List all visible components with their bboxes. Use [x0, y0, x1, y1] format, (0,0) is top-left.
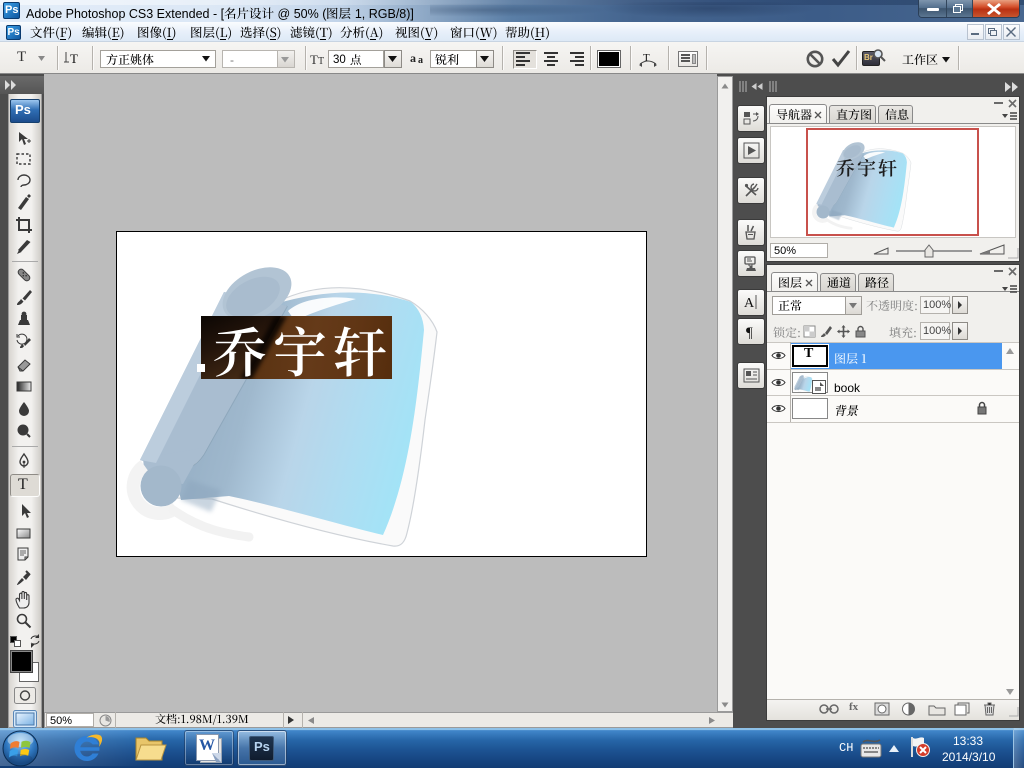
- svg-text:T: T: [643, 52, 650, 64]
- svg-text:T: T: [70, 51, 78, 66]
- svg-text:¶: ¶: [746, 325, 753, 340]
- svg-text:A: A: [744, 296, 755, 311]
